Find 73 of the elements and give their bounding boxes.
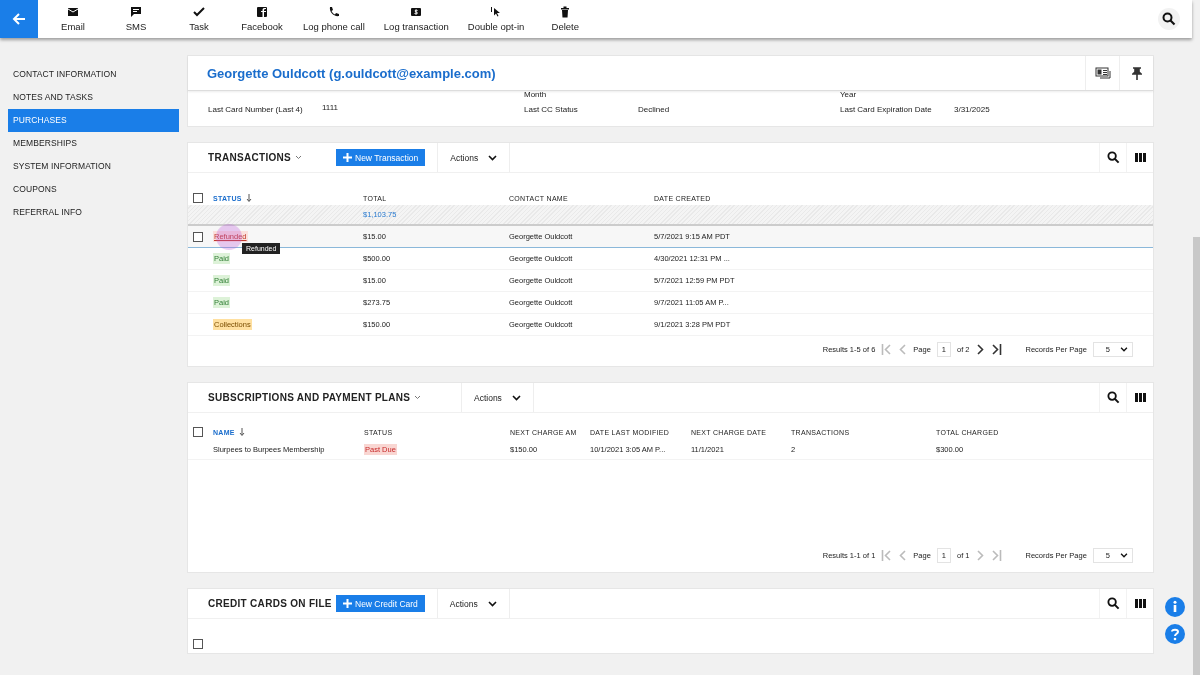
sidebar-item[interactable]: SYSTEM INFORMATION [0,155,179,178]
chevron-down-icon [1120,553,1128,558]
new-transaction-button[interactable]: New Transaction [336,149,426,166]
dollar-icon [410,6,423,18]
id-card-icon [1094,67,1111,79]
plus-icon [343,599,352,608]
chevron-down-icon [487,600,497,607]
phone-icon [327,6,340,18]
checkmark-icon [193,6,205,18]
chevron-down-icon [1120,347,1128,352]
panel-title: TRANSACTIONS [208,152,292,163]
field-label: Last Card Expiration Date [840,104,933,116]
search-icon [1162,12,1176,26]
back-arrow-icon [12,12,26,26]
row-checkbox[interactable] [193,231,203,242]
actions-dropdown[interactable]: Actions [461,383,534,412]
actions-dropdown[interactable]: Actions [436,589,510,618]
panel-title: CREDIT CARDS ON FILE [208,598,332,609]
toolbar-action[interactable]: Task [171,0,227,38]
toolbar-action[interactable]: Log phone call [297,0,371,38]
toolbar-action[interactable]: Email [45,0,101,38]
toolbar-action[interactable]: Facebook [234,0,290,38]
columns-icon [1134,599,1146,608]
field-label: Last Card Number (Last 4) [208,104,304,116]
last-page-icon[interactable] [989,344,1002,355]
caret-icon [295,155,303,160]
sidebar-item[interactable]: MEMBERSHIPS [0,132,179,155]
scrollbar[interactable] [1193,237,1200,675]
chevron-down-icon [488,154,498,161]
panel-title: SUBSCRIPTIONS AND PAYMENT PLANS [208,392,411,403]
columns-icon [1134,393,1146,402]
field-label: Month [524,91,548,97]
sort-arrow-icon [245,194,252,202]
sidebar-item[interactable]: NOTES AND TASKS [0,86,179,109]
pin-icon [1131,66,1142,80]
chevron-down-icon [511,394,521,401]
columns-icon [1134,153,1146,162]
help-button[interactable] [1165,624,1185,644]
chat-bubble-icon [130,6,142,18]
info-button[interactable] [1165,597,1185,617]
sort-arrow-icon [238,428,245,436]
envelope-icon [67,6,79,18]
search-icon [1106,151,1120,164]
sidebar-item[interactable]: CONTACT INFORMATION [0,63,179,86]
sidebar-item[interactable]: PURCHASES [8,109,179,132]
info-icon [1165,597,1185,617]
select-all-checkbox[interactable] [193,193,203,203]
sidebar-item[interactable]: REFERRAL INFO [0,201,179,224]
caret-icon [414,395,422,400]
toolbar-action[interactable]: Delete [537,0,594,38]
field-value: 3/31/2025 [954,105,991,114]
new-credit-card-button[interactable]: New Credit Card [336,595,425,612]
select-all-checkbox[interactable] [193,639,203,649]
facebook-icon [256,6,268,18]
search-icon [1106,391,1120,404]
help-icon [1165,624,1185,644]
field-label: Last CC Status [524,104,579,116]
search-icon [1106,597,1120,610]
field-label: Year [840,91,858,97]
field-value: Declined [638,105,671,114]
search-button[interactable] [1158,8,1180,30]
back-button[interactable] [0,0,38,38]
plus-icon [343,153,352,162]
select-all-checkbox[interactable] [193,427,203,437]
trash-icon [559,6,572,18]
contact-title: Georgette Ouldcott (g.ouldcott@example.com) [207,65,497,81]
toolbar-action[interactable]: Log transaction [377,0,455,38]
field-value: 1111 [322,103,339,112]
next-page-icon[interactable] [975,344,984,355]
toolbar-action[interactable]: Double opt-in [461,0,531,38]
toolbar-action[interactable]: SMS [108,0,164,38]
actions-dropdown[interactable]: Actions [437,143,511,172]
sidebar-item[interactable]: COUPONS [0,178,179,201]
